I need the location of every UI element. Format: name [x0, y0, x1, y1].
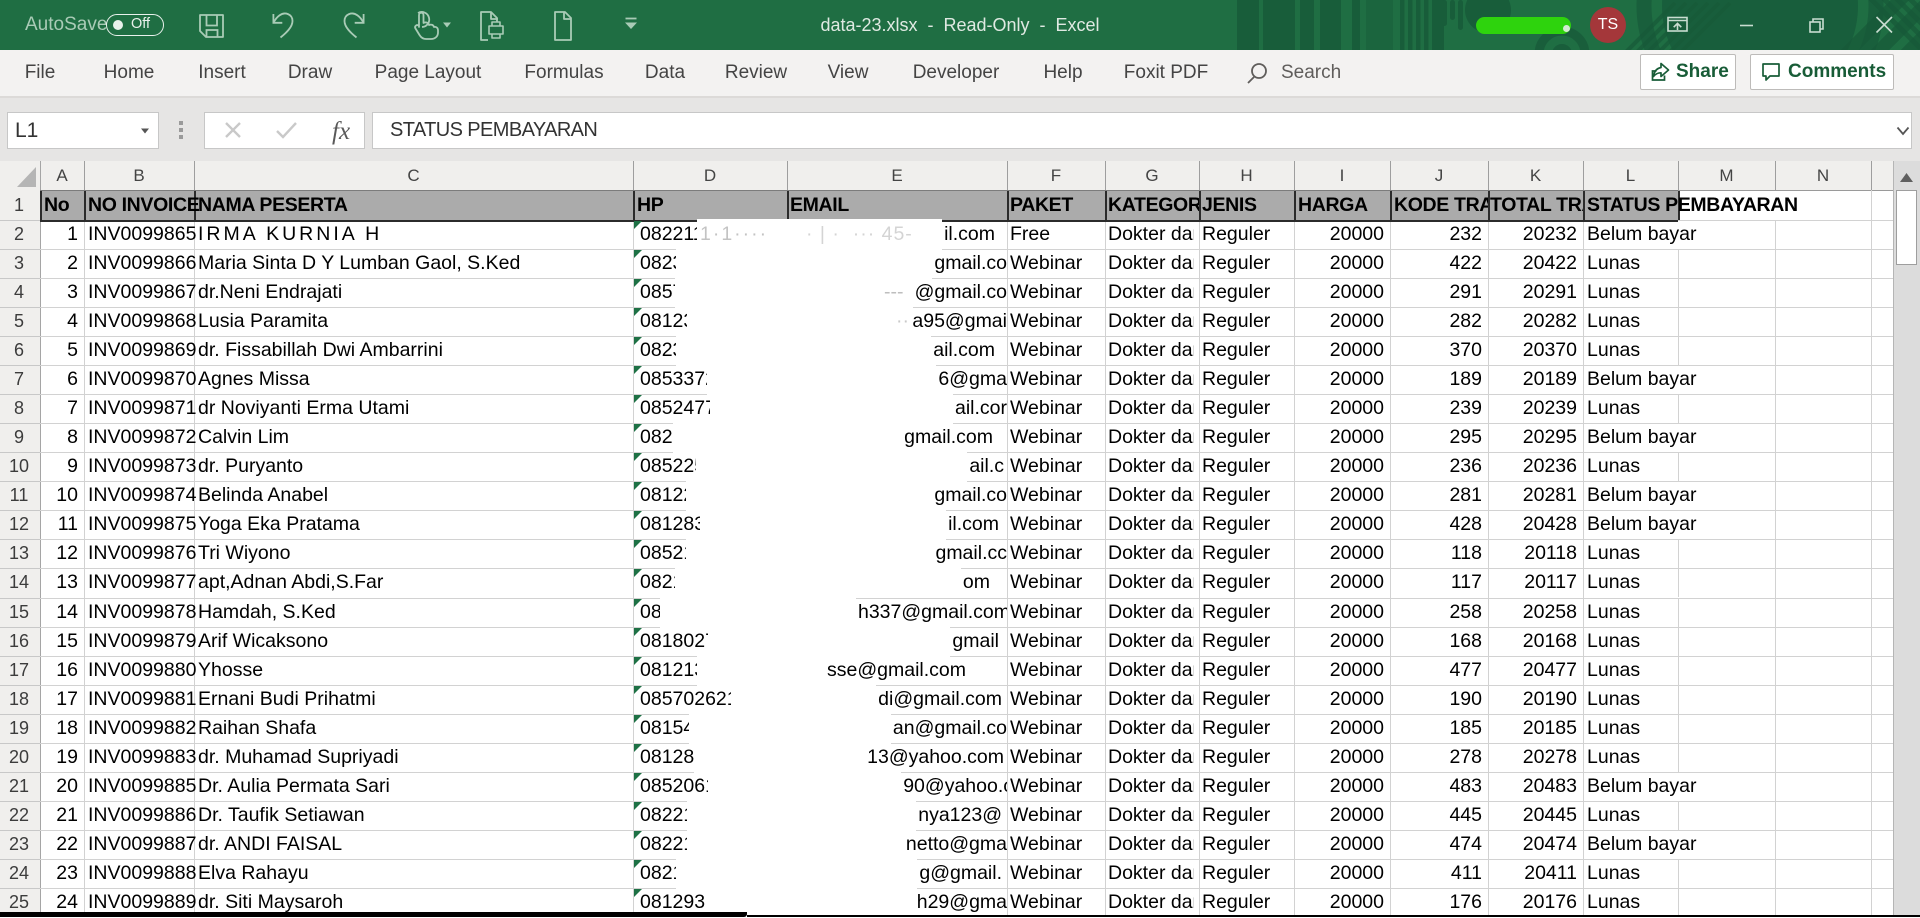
svg-text:fx: fx: [332, 118, 350, 145]
